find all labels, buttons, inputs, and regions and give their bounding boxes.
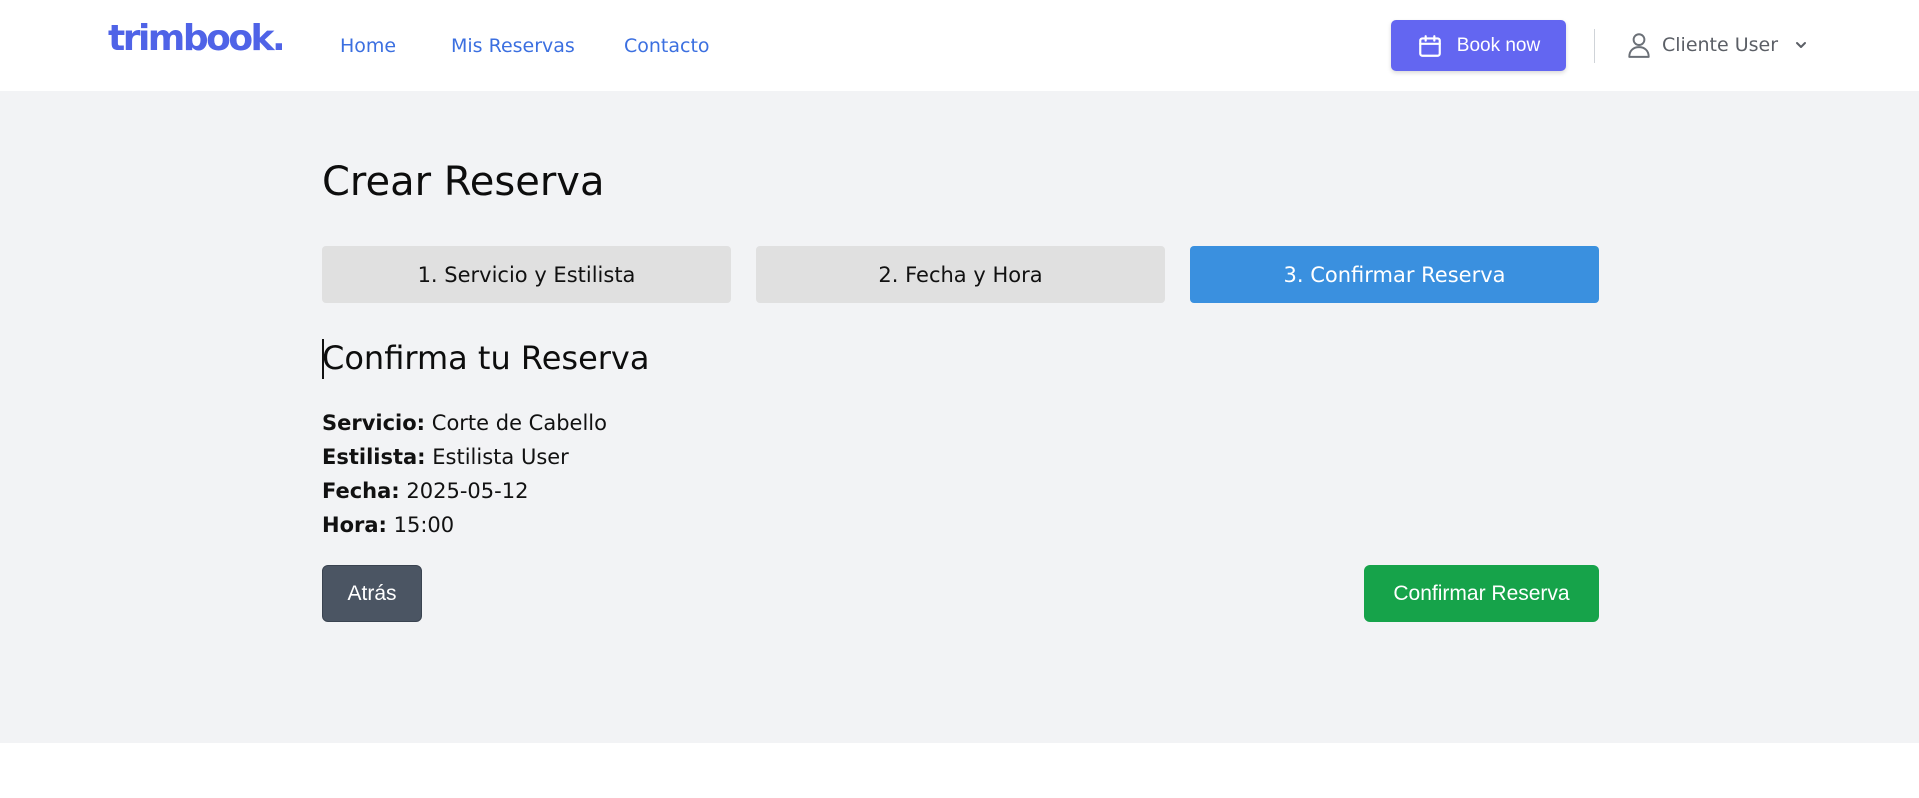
nav-link-mis-reservas[interactable]: Mis Reservas	[451, 35, 575, 57]
detail-estilista: Estilista: Estilista User	[322, 445, 569, 469]
header-divider	[1594, 29, 1595, 63]
section-title: Confirma tu Reserva	[322, 339, 650, 377]
book-now-button[interactable]: Book now	[1391, 20, 1566, 71]
user-icon	[1626, 31, 1652, 59]
main-content: Crear Reserva 1. Servicio y Estilista 2.…	[0, 91, 1919, 743]
back-button[interactable]: Atrás	[322, 565, 422, 622]
detail-fecha: Fecha: 2025-05-12	[322, 479, 528, 503]
step-confirmar-reserva[interactable]: 3. Confirmar Reserva	[1190, 246, 1599, 303]
page-title: Crear Reserva	[322, 159, 605, 205]
detail-label: Estilista:	[322, 445, 426, 469]
detail-servicio: Servicio: Corte de Cabello	[322, 411, 607, 435]
detail-label: Hora:	[322, 513, 387, 537]
top-navbar: trimbook. Home Mis Reservas Contacto Boo…	[0, 0, 1919, 90]
nav-link-home[interactable]: Home	[340, 35, 396, 57]
detail-value: 2025-05-12	[406, 479, 529, 503]
chevron-down-icon	[1794, 38, 1808, 52]
text-cursor	[322, 339, 324, 379]
step-servicio-estilista[interactable]: 1. Servicio y Estilista	[322, 246, 731, 303]
calendar-icon	[1417, 33, 1443, 59]
book-now-label: Book now	[1456, 34, 1541, 56]
nav-link-contacto[interactable]: Contacto	[624, 35, 710, 57]
confirm-reservation-button[interactable]: Confirmar Reserva	[1364, 565, 1599, 622]
trimbook-logo[interactable]: trimbook.	[108, 18, 286, 59]
detail-value: Estilista User	[432, 445, 569, 469]
detail-value: Corte de Cabello	[431, 411, 607, 435]
detail-label: Servicio:	[322, 411, 426, 435]
user-name: Cliente User	[1662, 34, 1779, 56]
detail-label: Fecha:	[322, 479, 400, 503]
detail-value: 15:00	[393, 513, 455, 537]
user-menu[interactable]: Cliente User	[1626, 27, 1808, 63]
detail-hora: Hora: 15:00	[322, 513, 454, 537]
step-fecha-hora[interactable]: 2. Fecha y Hora	[756, 246, 1165, 303]
